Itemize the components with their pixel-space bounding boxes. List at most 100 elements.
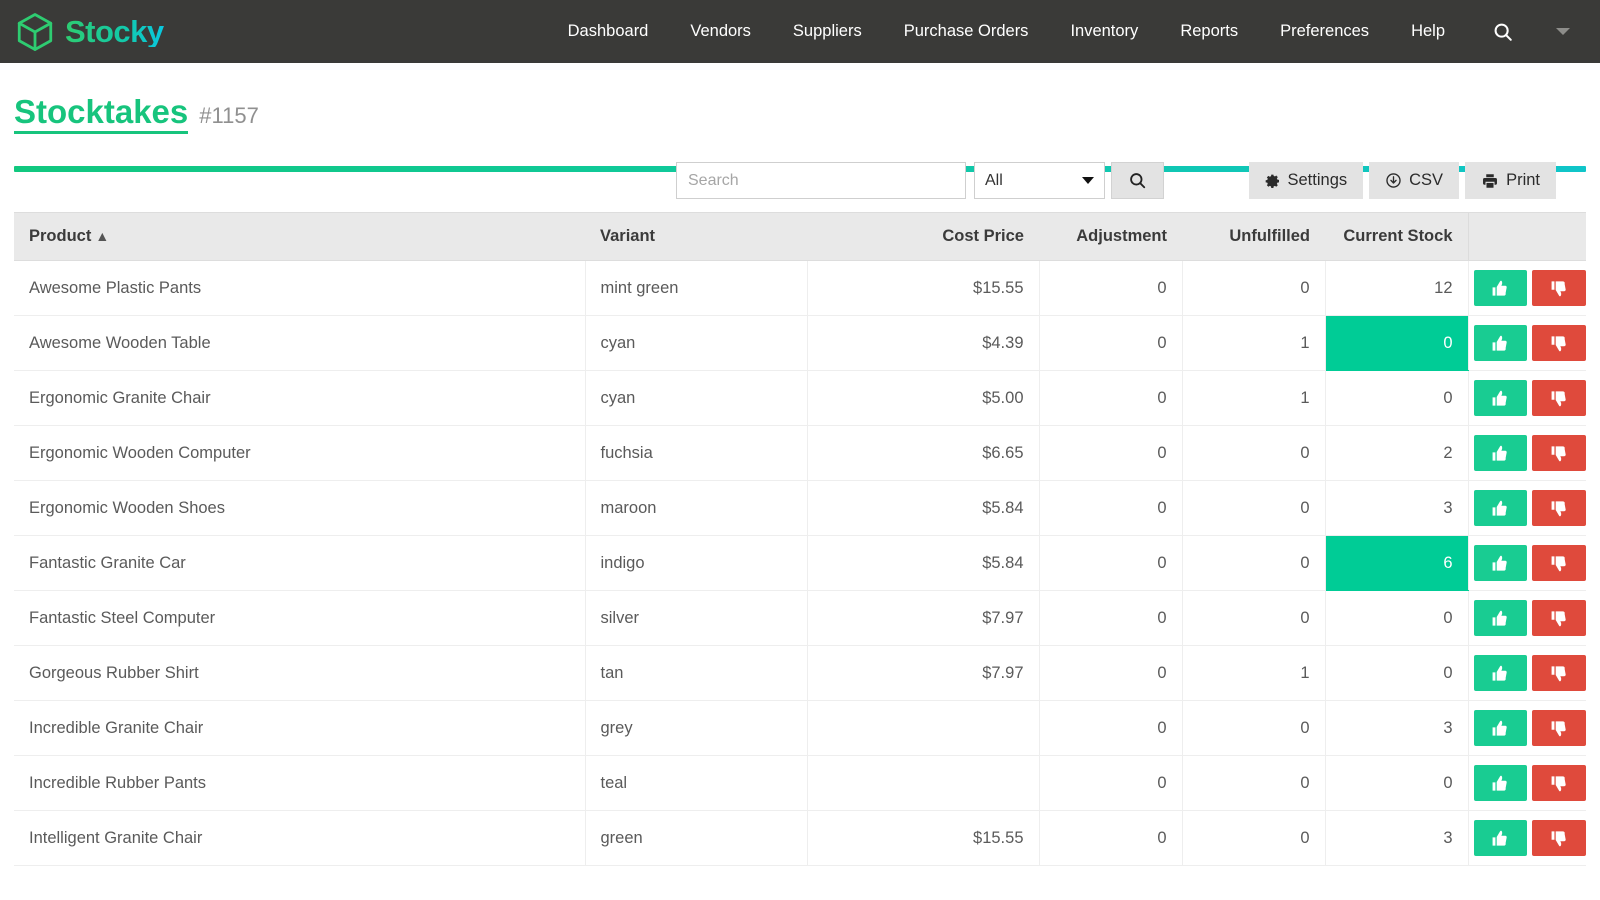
csv-export-button[interactable]: CSV: [1369, 162, 1459, 199]
thumbs-up-icon: [1491, 719, 1510, 738]
nav-item-vendors[interactable]: Vendors: [669, 0, 772, 63]
cell-adjustment: 0: [1039, 481, 1182, 536]
cell-variant: silver: [585, 591, 807, 646]
gear-icon: [1265, 173, 1281, 189]
reject-row-button[interactable]: [1532, 655, 1586, 691]
approve-row-button[interactable]: [1474, 820, 1528, 856]
cell-unfulfilled: 0: [1182, 261, 1325, 316]
search-icon: [1492, 21, 1514, 43]
column-header-variant[interactable]: Variant: [585, 213, 807, 261]
approve-row-button[interactable]: [1474, 270, 1528, 306]
approve-row-button[interactable]: [1474, 380, 1528, 416]
chevron-down-icon: [1082, 177, 1094, 184]
cell-product: Fantastic Granite Car: [14, 536, 585, 591]
cell-actions: [1468, 371, 1586, 426]
row-action-group: [1474, 545, 1587, 581]
reject-row-button[interactable]: [1532, 545, 1586, 581]
search-input[interactable]: [676, 162, 966, 199]
nav-account-dropdown-button[interactable]: [1534, 0, 1600, 63]
reject-row-button[interactable]: [1532, 325, 1586, 361]
cell-unfulfilled: 0: [1182, 536, 1325, 591]
reject-row-button[interactable]: [1532, 380, 1586, 416]
column-header-adjustment[interactable]: Adjustment: [1039, 213, 1182, 261]
row-action-group: [1474, 380, 1587, 416]
thumbs-down-icon: [1550, 664, 1569, 683]
table-row: Incredible Granite Chairgrey003: [14, 701, 1586, 756]
approve-row-button[interactable]: [1474, 600, 1528, 636]
cell-current-stock: 0: [1325, 316, 1468, 371]
cube-box-icon: [14, 11, 56, 53]
chevron-down-icon: [1556, 28, 1570, 35]
table-row: Fantastic Granite Carindigo$5.84006: [14, 536, 1586, 591]
nav-search-button[interactable]: [1466, 21, 1534, 43]
cell-actions: [1468, 536, 1586, 591]
table-header-row: Product▲ Variant Cost Price Adjustment U…: [14, 213, 1586, 261]
column-header-unfulfilled[interactable]: Unfulfilled: [1182, 213, 1325, 261]
reject-row-button[interactable]: [1532, 710, 1586, 746]
table-body: Awesome Plastic Pantsmint green$15.55001…: [14, 261, 1586, 866]
table-row: Fantastic Steel Computersilver$7.97000: [14, 591, 1586, 646]
column-header-product[interactable]: Product▲: [14, 213, 585, 261]
thumbs-up-icon: [1491, 499, 1510, 518]
table-header: Product▲ Variant Cost Price Adjustment U…: [14, 213, 1586, 261]
reject-row-button[interactable]: [1532, 600, 1586, 636]
cell-variant: teal: [585, 756, 807, 811]
thumbs-down-icon: [1550, 554, 1569, 573]
thumbs-up-icon: [1491, 829, 1510, 848]
cell-current-stock: 3: [1325, 481, 1468, 536]
brand-logo-link[interactable]: Stocky: [14, 11, 164, 53]
print-button[interactable]: Print: [1465, 162, 1556, 199]
search-icon: [1128, 171, 1147, 190]
cell-adjustment: 0: [1039, 371, 1182, 426]
approve-row-button[interactable]: [1474, 655, 1528, 691]
approve-row-button[interactable]: [1474, 490, 1528, 526]
reject-row-button[interactable]: [1532, 765, 1586, 801]
cell-unfulfilled: 0: [1182, 756, 1325, 811]
nav-item-preferences[interactable]: Preferences: [1259, 0, 1390, 63]
cell-unfulfilled: 1: [1182, 371, 1325, 426]
thumbs-up-icon: [1491, 609, 1510, 628]
search-scope-select[interactable]: All: [974, 162, 1105, 199]
cell-current-stock: 6: [1325, 536, 1468, 591]
print-button-label: Print: [1506, 171, 1540, 190]
nav-item-help[interactable]: Help: [1390, 0, 1466, 63]
cell-cost-price: $5.84: [807, 536, 1039, 591]
row-action-group: [1474, 270, 1587, 306]
column-header-current-stock[interactable]: Current Stock: [1325, 213, 1468, 261]
cell-cost-price: $15.55: [807, 811, 1039, 866]
cell-product: Awesome Plastic Pants: [14, 261, 585, 316]
cell-current-stock: 2: [1325, 426, 1468, 481]
approve-row-button[interactable]: [1474, 765, 1528, 801]
approve-row-button[interactable]: [1474, 325, 1528, 361]
row-action-group: [1474, 600, 1587, 636]
nav-item-purchase-orders[interactable]: Purchase Orders: [883, 0, 1050, 63]
column-header-cost-price[interactable]: Cost Price: [807, 213, 1039, 261]
page-header: Stocktakes #1157 All Settings: [0, 63, 1600, 166]
reject-row-button[interactable]: [1532, 270, 1586, 306]
approve-row-button[interactable]: [1474, 710, 1528, 746]
sort-ascending-icon: ▲: [95, 228, 109, 244]
cell-unfulfilled: 1: [1182, 316, 1325, 371]
reject-row-button[interactable]: [1532, 490, 1586, 526]
cell-variant: maroon: [585, 481, 807, 536]
approve-row-button[interactable]: [1474, 435, 1528, 471]
cell-actions: [1468, 316, 1586, 371]
cell-adjustment: 0: [1039, 701, 1182, 756]
search-submit-button[interactable]: [1111, 162, 1164, 199]
cell-actions: [1468, 756, 1586, 811]
cell-variant: grey: [585, 701, 807, 756]
table-row: Gorgeous Rubber Shirttan$7.97010: [14, 646, 1586, 701]
nav-item-reports[interactable]: Reports: [1159, 0, 1259, 63]
reject-row-button[interactable]: [1532, 820, 1586, 856]
nav-item-dashboard[interactable]: Dashboard: [547, 0, 670, 63]
cell-variant: indigo: [585, 536, 807, 591]
cell-product: Ergonomic Granite Chair: [14, 371, 585, 426]
cell-cost-price: $5.00: [807, 371, 1039, 426]
cell-cost-price: $7.97: [807, 646, 1039, 701]
settings-button[interactable]: Settings: [1249, 162, 1364, 199]
nav-item-inventory[interactable]: Inventory: [1049, 0, 1159, 63]
page-title[interactable]: Stocktakes: [14, 95, 188, 135]
reject-row-button[interactable]: [1532, 435, 1586, 471]
approve-row-button[interactable]: [1474, 545, 1528, 581]
nav-item-suppliers[interactable]: Suppliers: [772, 0, 883, 63]
